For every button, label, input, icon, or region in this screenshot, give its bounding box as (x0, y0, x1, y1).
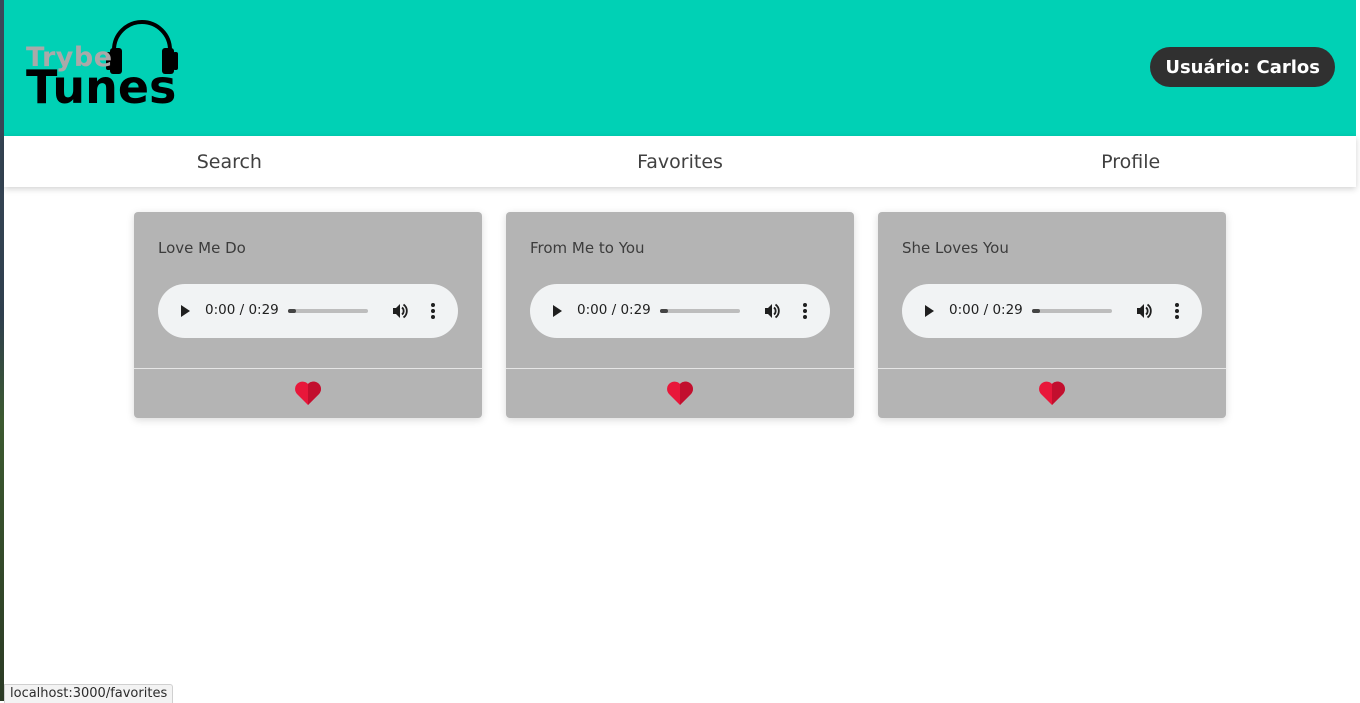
track-card: Love Me Do 0:00 / 0:29 (134, 212, 482, 418)
card-divider (878, 368, 1226, 369)
more-vert-icon[interactable] (429, 302, 437, 320)
nav-link-profile[interactable]: Profile (905, 136, 1356, 187)
card-divider (134, 368, 482, 369)
track-name: She Loves You (902, 239, 1009, 257)
play-icon[interactable] (178, 304, 192, 318)
favorites-list: Love Me Do 0:00 / 0:29 From Me to You 0:… (134, 212, 1226, 418)
volume-icon[interactable] (1135, 302, 1153, 320)
playback-time: 0:00 / 0:29 (949, 302, 1023, 318)
user-badge: Usuário: Carlos (1150, 47, 1335, 87)
track-name: Love Me Do (158, 239, 246, 257)
playback-time: 0:00 / 0:29 (205, 302, 279, 318)
more-vert-icon[interactable] (801, 302, 809, 320)
audio-player: 0:00 / 0:29 (902, 284, 1202, 338)
seek-bar[interactable] (1032, 309, 1112, 313)
track-card: From Me to You 0:00 / 0:29 (506, 212, 854, 418)
logo-tunes-text: Tunes (26, 60, 177, 114)
nav-link-search[interactable]: Search (4, 136, 455, 187)
volume-icon[interactable] (391, 302, 409, 320)
browser-status-url: localhost:3000/favorites (4, 684, 174, 703)
card-divider (506, 368, 854, 369)
app-header: Trybe Tunes Usuário: Carlos (4, 0, 1356, 136)
main-nav: Search Favorites Profile (4, 136, 1356, 187)
seek-bar[interactable] (660, 309, 740, 313)
audio-player: 0:00 / 0:29 (530, 284, 830, 338)
trybetunes-logo: Trybe Tunes (26, 18, 186, 118)
track-card: She Loves You 0:00 / 0:29 (878, 212, 1226, 418)
track-name: From Me to You (530, 239, 645, 257)
nav-link-favorites[interactable]: Favorites (455, 136, 906, 187)
heart-icon[interactable] (666, 380, 694, 406)
heart-icon[interactable] (294, 380, 322, 406)
play-icon[interactable] (922, 304, 936, 318)
volume-icon[interactable] (763, 302, 781, 320)
audio-player: 0:00 / 0:29 (158, 284, 458, 338)
heart-icon[interactable] (1038, 380, 1066, 406)
more-vert-icon[interactable] (1173, 302, 1181, 320)
seek-bar[interactable] (288, 309, 368, 313)
play-icon[interactable] (550, 304, 564, 318)
playback-time: 0:00 / 0:29 (577, 302, 651, 318)
